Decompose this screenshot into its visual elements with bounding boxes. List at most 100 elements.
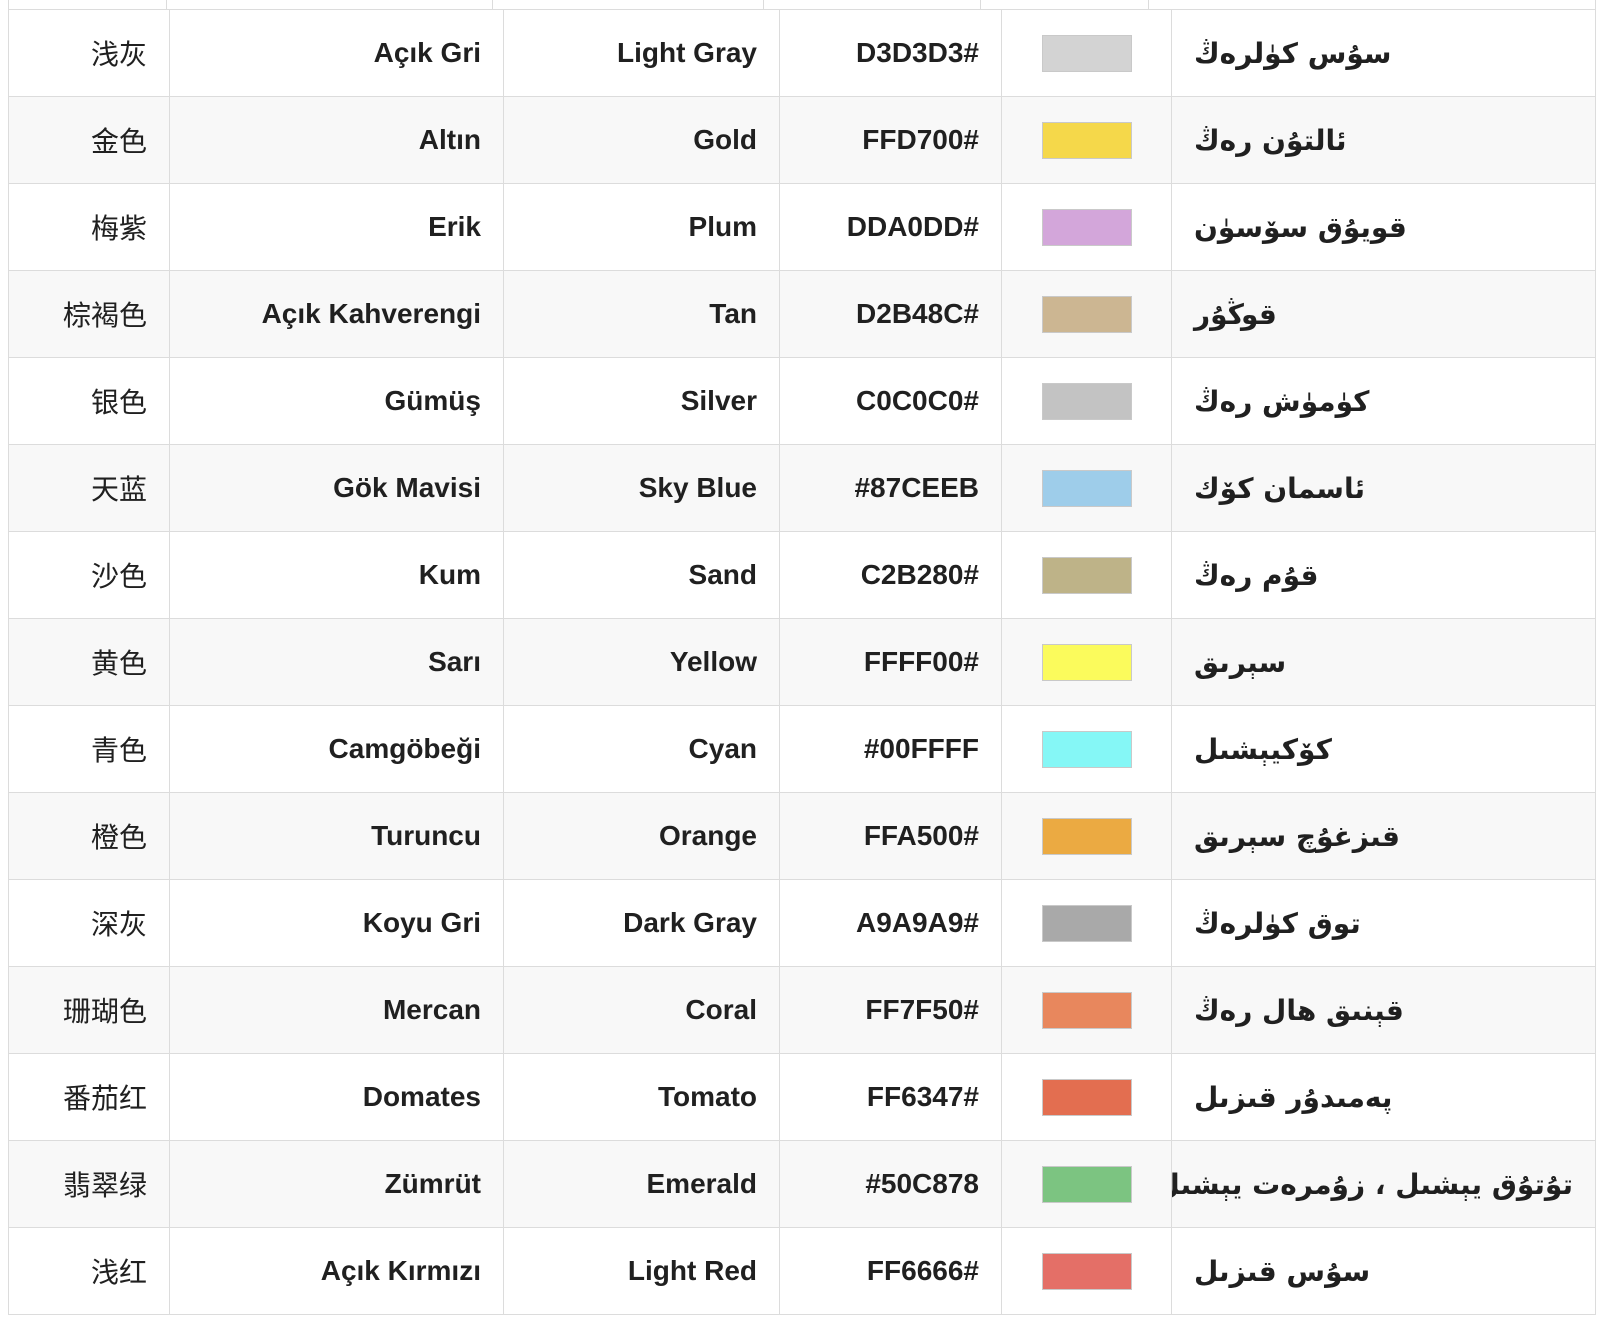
english-name-cell: Light Gray <box>503 9 780 97</box>
turkish-name-cell: Turuncu <box>169 792 504 880</box>
hex-code-cell: C2B280# <box>779 531 1002 619</box>
chinese-name-cell: 金色 <box>8 96 170 184</box>
turkish-name-cell: Açık Gri <box>169 9 504 97</box>
english-name-cell: Light Red <box>503 1227 780 1315</box>
turkish-name-cell: Gök Mavisi <box>169 444 504 532</box>
color-swatch <box>1041 556 1132 594</box>
color-swatch <box>1041 1165 1132 1203</box>
color-swatch-cell <box>1001 183 1172 271</box>
english-name-cell: Tomato <box>503 1053 780 1141</box>
table-row: 青色 Camgöbeği Cyan #00FFFF كۆكيېشىل <box>8 705 1596 793</box>
table-row: 深灰 Koyu Gri Dark Gray A9A9A9# توق كۈلرەڭ <box>8 879 1596 967</box>
uyghur-name-cell: كۈمۈش رەڭ <box>1171 357 1596 445</box>
turkish-name-cell: Gümüş <box>169 357 504 445</box>
hex-code-cell: #87CEEB <box>779 444 1002 532</box>
color-swatch-cell <box>1001 357 1172 445</box>
table-row: 天蓝 Gök Mavisi Sky Blue #87CEEB ئاسمان كۆك <box>8 444 1596 532</box>
color-swatch <box>1041 121 1132 159</box>
color-swatch-cell <box>1001 1227 1172 1315</box>
uyghur-name-cell: قۇم رەڭ <box>1171 531 1596 619</box>
uyghur-name-cell: سۇس كۈلرەڭ <box>1171 9 1596 97</box>
uyghur-name-cell: قېنىق ھال رەڭ <box>1171 966 1596 1054</box>
hex-code-cell: #50C878 <box>779 1140 1002 1228</box>
chinese-name-cell: 珊瑚色 <box>8 966 170 1054</box>
hex-code-cell: D2B48C# <box>779 270 1002 358</box>
chinese-name-cell: 橙色 <box>8 792 170 880</box>
uyghur-name-cell: قوڭۇر <box>1171 270 1596 358</box>
table-row: 珊瑚色 Mercan Coral FF7F50# قېنىق ھال رەڭ <box>8 966 1596 1054</box>
chinese-name-cell: 浅灰 <box>8 9 170 97</box>
chinese-name-cell: 沙色 <box>8 531 170 619</box>
hex-code-cell: FFA500# <box>779 792 1002 880</box>
color-swatch-cell <box>1001 792 1172 880</box>
color-swatch-cell <box>1001 879 1172 967</box>
english-name-cell: Cyan <box>503 705 780 793</box>
table-row: 金色 Altın Gold FFD700# ئالتۇن رەڭ <box>8 96 1596 184</box>
chinese-name-cell: 天蓝 <box>8 444 170 532</box>
uyghur-name-cell: تۇتۇق يېشىل ، زۇمرەت يېشىل <box>1171 1140 1596 1228</box>
chinese-name-cell: 青色 <box>8 705 170 793</box>
uyghur-name-cell: قىزغۇچ سېرىق <box>1171 792 1596 880</box>
uyghur-name-cell: پەمىدۇر قىزىل <box>1171 1053 1596 1141</box>
color-swatch-cell <box>1001 966 1172 1054</box>
color-swatch <box>1041 1078 1132 1116</box>
color-swatch <box>1041 643 1132 681</box>
turkish-name-cell: Altın <box>169 96 504 184</box>
uyghur-name-cell: ئالتۇن رەڭ <box>1171 96 1596 184</box>
turkish-name-cell: Mercan <box>169 966 504 1054</box>
english-name-cell: Tan <box>503 270 780 358</box>
uyghur-name-cell: سېرىق <box>1171 618 1596 706</box>
hex-code-cell: FF6347# <box>779 1053 1002 1141</box>
english-name-cell: Gold <box>503 96 780 184</box>
table-row: 翡翠绿 Zümrüt Emerald #50C878 تۇتۇق يېشىل ، زۇم… <box>8 1140 1596 1228</box>
table-row: 浅灰 Açık Gri Light Gray D3D3D3# سۇس كۈلرەڭ <box>8 9 1596 97</box>
english-name-cell: Plum <box>503 183 780 271</box>
hex-code-cell: FFFF00# <box>779 618 1002 706</box>
color-swatch <box>1041 904 1132 942</box>
chinese-name-cell: 深灰 <box>8 879 170 967</box>
uyghur-name-cell: توق كۈلرەڭ <box>1171 879 1596 967</box>
color-swatch <box>1041 469 1132 507</box>
uyghur-name-cell: قويۇق سۆسۈن <box>1171 183 1596 271</box>
turkish-name-cell: Erik <box>169 183 504 271</box>
turkish-name-cell: Domates <box>169 1053 504 1141</box>
chinese-name-cell: 棕褐色 <box>8 270 170 358</box>
hex-code-cell: FFD700# <box>779 96 1002 184</box>
english-name-cell: Silver <box>503 357 780 445</box>
turkish-name-cell: Açık Kahverengi <box>169 270 504 358</box>
turkish-name-cell: Kum <box>169 531 504 619</box>
table-row: 番茄红 Domates Tomato FF6347# پەمىدۇر قىزىل <box>8 1053 1596 1141</box>
turkish-name-cell: Sarı <box>169 618 504 706</box>
chinese-name-cell: 浅红 <box>8 1227 170 1315</box>
color-swatch <box>1041 1252 1132 1290</box>
turkish-name-cell: Açık Kırmızı <box>169 1227 504 1315</box>
hex-code-cell: #00FFFF <box>779 705 1002 793</box>
english-name-cell: Sand <box>503 531 780 619</box>
color-swatch <box>1041 295 1132 333</box>
chinese-name-cell: 银色 <box>8 357 170 445</box>
color-swatch-cell <box>1001 444 1172 532</box>
table-top-edge <box>8 0 1596 9</box>
color-swatch-cell <box>1001 618 1172 706</box>
hex-code-cell: FF7F50# <box>779 966 1002 1054</box>
table-row: 银色 Gümüş Silver C0C0C0# كۈمۈش رەڭ <box>8 357 1596 445</box>
uyghur-name-cell: ئاسمان كۆك <box>1171 444 1596 532</box>
chinese-name-cell: 番茄红 <box>8 1053 170 1141</box>
table-row: 棕褐色 Açık Kahverengi Tan D2B48C# قوڭۇر <box>8 270 1596 358</box>
hex-code-cell: DDA0DD# <box>779 183 1002 271</box>
table-row: 沙色 Kum Sand C2B280# قۇم رەڭ <box>8 531 1596 619</box>
english-name-cell: Emerald <box>503 1140 780 1228</box>
color-swatch <box>1041 34 1132 72</box>
color-swatch <box>1041 730 1132 768</box>
uyghur-name-cell: كۆكيېشىل <box>1171 705 1596 793</box>
hex-code-cell: A9A9A9# <box>779 879 1002 967</box>
chinese-name-cell: 黄色 <box>8 618 170 706</box>
turkish-name-cell: Koyu Gri <box>169 879 504 967</box>
english-name-cell: Orange <box>503 792 780 880</box>
table-row: 浅红 Açık Kırmızı Light Red FF6666# سۇس قىزىل <box>8 1227 1596 1315</box>
color-swatch-cell <box>1001 96 1172 184</box>
color-swatch-cell <box>1001 705 1172 793</box>
english-name-cell: Dark Gray <box>503 879 780 967</box>
color-swatch-cell <box>1001 270 1172 358</box>
hex-code-cell: FF6666# <box>779 1227 1002 1315</box>
